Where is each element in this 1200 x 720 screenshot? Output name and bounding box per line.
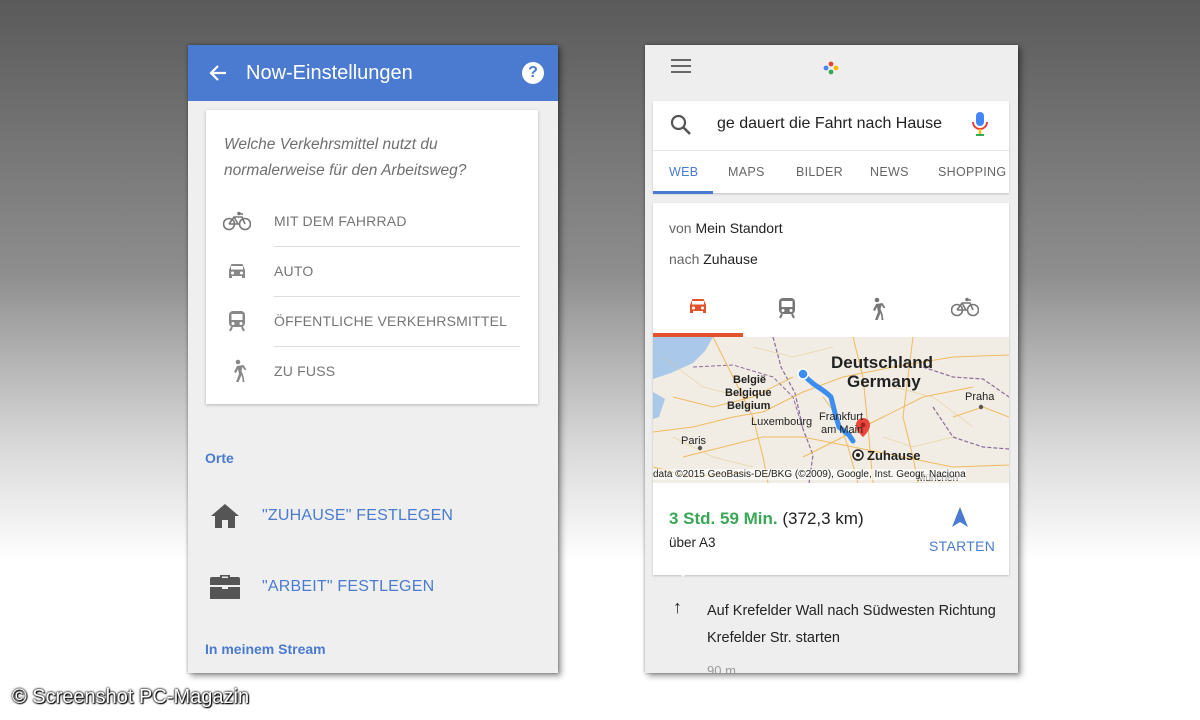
map-label-paris: Paris	[681, 435, 707, 447]
map-label-deutschland: Deutschland	[831, 353, 934, 372]
option-public-transport[interactable]: ÖFFENTLICHE VERKEHRSMITTEL	[206, 296, 538, 346]
option-label: ÖFFENTLICHE VERKEHRSMITTEL	[274, 313, 508, 329]
route-map[interactable]: Deutschland Germany Belgiё Belgique Belg…	[653, 337, 1009, 483]
microphone-icon[interactable]	[972, 111, 988, 142]
option-car[interactable]: AUTO	[206, 246, 538, 296]
route-origin: von Mein Standort	[669, 220, 783, 236]
search-icon[interactable]	[669, 113, 693, 142]
set-home-item[interactable]: "ZUHAUSE" FESTLEGEN	[208, 503, 453, 529]
origin-value: Mein Standort	[695, 220, 783, 236]
active-tab-indicator	[653, 191, 713, 194]
direction-step-distance: 90 m	[707, 663, 736, 673]
option-label: MIT DEM FAHRRAD	[274, 213, 407, 229]
map-label-belgie: Belgiё	[733, 374, 767, 386]
search-input[interactable]: ge dauert die Fahrt nach Hause	[653, 101, 1009, 149]
home-icon	[208, 503, 242, 529]
destination-value: Zuhause	[703, 251, 758, 267]
tab-maps[interactable]: MAPS	[728, 165, 765, 179]
route-via: über A3	[669, 535, 716, 550]
walking-icon	[222, 359, 252, 383]
map-label-luxembourg: Luxembourg	[751, 416, 813, 428]
search-box: ge dauert die Fahrt nach Hause WEB MAPS …	[653, 101, 1009, 194]
google-assistant-dots-icon	[821, 59, 841, 77]
duration: 3 Std. 59 Min.	[669, 509, 778, 528]
option-label: ZU FUSS	[274, 363, 336, 379]
mode-car-icon[interactable]	[678, 297, 718, 315]
app-bar: Now-Einstellungen ?	[188, 45, 558, 101]
map-label-praha: Praha	[965, 391, 995, 403]
train-icon	[222, 310, 252, 332]
destination-prefix: nach	[669, 251, 700, 267]
origin-prefix: von	[669, 220, 692, 236]
tab-shopping[interactable]: SHOPPING	[938, 165, 1006, 179]
back-arrow-icon[interactable]	[206, 61, 230, 85]
tab-images[interactable]: BILDER	[796, 165, 843, 179]
hamburger-menu-icon[interactable]	[671, 59, 691, 75]
top-bar	[645, 45, 1018, 95]
mode-train-icon[interactable]	[767, 297, 807, 319]
commute-question: Welche Verkehrsmittel nutzt du normalerw…	[224, 136, 467, 179]
map-label-belgique: Belgique	[725, 387, 772, 399]
map-label-destination: Zuhause	[867, 448, 921, 463]
start-navigation-button[interactable]: STARTEN	[929, 538, 995, 554]
distance: (372,3 km)	[782, 509, 864, 528]
directions-card: von Mein Standort nach Zuhause Deutschla…	[653, 203, 1009, 575]
option-label: AUTO	[274, 263, 314, 279]
page-title: Now-Einstellungen	[246, 61, 413, 84]
briefcase-icon	[208, 573, 242, 601]
search-tabs: WEB MAPS BILDER NEWS SHOPPING	[653, 150, 1009, 194]
navigation-arrow-icon[interactable]	[951, 506, 969, 533]
card-pointer	[675, 569, 691, 577]
set-work-label: "ARBEIT" FESTLEGEN	[262, 578, 435, 595]
set-home-label: "ZUHAUSE" FESTLEGEN	[262, 507, 454, 524]
direction-step-text: Auf Krefelder Wall nach Südwesten Richtu…	[707, 603, 996, 646]
now-settings-screen: Now-Einstellungen ? Welche Verkehrsmitte…	[188, 45, 558, 673]
map-label-am-main: am Main	[821, 424, 864, 436]
google-search-screen: ge dauert die Fahrt nach Hause WEB MAPS …	[645, 45, 1018, 673]
section-header-stream: In meinem Stream	[205, 641, 326, 657]
car-icon	[222, 262, 252, 280]
map-label-germany: Germany	[847, 372, 921, 391]
map-label-frankfurt: Frankfurt	[819, 411, 864, 423]
tab-news[interactable]: NEWS	[870, 165, 909, 179]
travel-time: 3 Std. 59 Min. (372,3 km)	[669, 509, 864, 529]
option-bicycle[interactable]: MIT DEM FAHRRAD	[206, 196, 538, 246]
help-icon[interactable]: ?	[522, 62, 544, 84]
map-label-belgium: Belgium	[727, 400, 771, 412]
mode-bicycle-icon[interactable]	[945, 297, 985, 317]
mode-walking-icon[interactable]	[856, 297, 896, 321]
bicycle-icon	[222, 211, 252, 231]
commute-mode-card: Welche Verkehrsmittel nutzt du normalerw…	[206, 110, 538, 404]
straight-arrow-icon: ↑	[673, 597, 682, 617]
search-query-text: ge dauert die Fahrt nach Hause	[717, 115, 943, 132]
route-destination: nach Zuhause	[669, 251, 758, 267]
tab-web[interactable]: WEB	[669, 165, 698, 179]
set-work-item[interactable]: "ARBEIT" FESTLEGEN	[208, 573, 434, 601]
screenshot-credit: © Screenshot PC-Magazin	[12, 686, 250, 708]
option-walking[interactable]: ZU FUSS	[206, 346, 538, 396]
map-attribution: data ©2015 GeoBasis-DE/BKG (©2009), Goog…	[653, 469, 966, 480]
travel-mode-tabs	[653, 289, 1009, 337]
section-header-places: Orte	[205, 450, 234, 466]
